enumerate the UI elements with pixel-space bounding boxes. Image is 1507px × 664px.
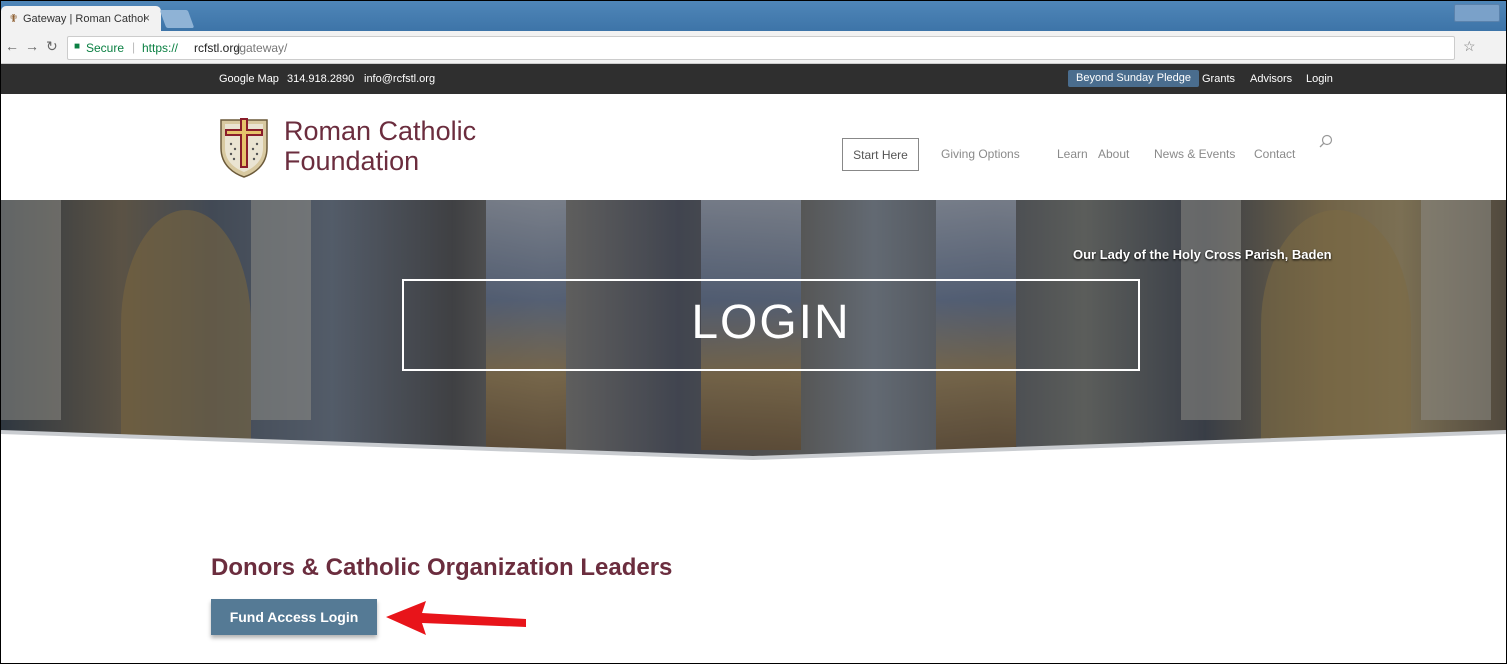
nav-about[interactable]: About <box>1098 147 1129 161</box>
browser-tab-bar: ✟ Gateway | Roman Cathol × <box>1 1 1506 31</box>
top-info-bar: Google Map 314.918.2890 info@rcfstl.org … <box>1 64 1506 94</box>
hero-title: LOGIN <box>691 296 851 349</box>
brand-name-line1[interactable]: Roman Catholic <box>284 116 476 147</box>
donors-heading: Donors & Catholic Organization Leaders <box>211 554 673 581</box>
back-icon[interactable]: ← <box>5 38 19 54</box>
browser-tab[interactable]: ✟ Gateway | Roman Cathol × <box>1 6 161 31</box>
url-input[interactable]: ■ Secure | https:// rcfstl.org /gateway/ <box>67 36 1455 60</box>
google-map-link[interactable]: Google Map <box>219 73 279 85</box>
bookmark-star-icon[interactable]: ☆ <box>1463 38 1476 55</box>
url-host: rcfstl.org <box>194 41 241 55</box>
nav-learn[interactable]: Learn <box>1057 147 1088 161</box>
beyond-sunday-pledge-button[interactable]: Beyond Sunday Pledge <box>1068 70 1199 87</box>
site-header: Roman Catholic Foundation Start Here Giv… <box>1 94 1506 200</box>
hero-bottom-wave <box>1 430 1506 465</box>
brand-name-line2[interactable]: Foundation <box>284 146 419 177</box>
red-arrow-annotation <box>386 601 526 635</box>
grants-link[interactable]: Grants <box>1202 73 1235 85</box>
forward-icon[interactable]: → <box>25 38 39 54</box>
reload-icon[interactable]: ↻ <box>46 38 58 55</box>
url-separator: | <box>132 40 136 54</box>
hero-banner: Our Lady of the Holy Cross Parish, Baden… <box>1 200 1506 465</box>
secure-label: Secure <box>86 41 125 55</box>
phone-link[interactable]: 314.918.2890 <box>287 73 354 85</box>
new-tab-button[interactable] <box>159 10 195 28</box>
email-link[interactable]: info@rcfstl.org <box>364 73 435 85</box>
search-icon[interactable] <box>1319 134 1333 148</box>
fund-access-login-button[interactable]: Fund Access Login <box>211 599 377 635</box>
nav-contact[interactable]: Contact <box>1254 147 1295 161</box>
tab-title: Gateway | Roman Cathol <box>23 13 146 25</box>
advisors-link[interactable]: Advisors <box>1250 73 1292 85</box>
login-title-box: LOGIN <box>402 279 1140 371</box>
foundation-logo-icon[interactable] <box>219 114 269 178</box>
url-protocol: https:// <box>142 41 179 55</box>
nav-giving-options[interactable]: Giving Options <box>941 147 1020 161</box>
browser-window: ✟ Gateway | Roman Cathol × ← → ↻ ■ Secur… <box>0 0 1507 664</box>
window-controls[interactable] <box>1454 4 1500 22</box>
tab-close-icon[interactable]: × <box>143 11 150 25</box>
nav-news-events[interactable]: News & Events <box>1154 147 1235 161</box>
url-path: /gateway/ <box>236 41 288 55</box>
top-login-link[interactable]: Login <box>1306 73 1333 85</box>
lock-icon: ■ <box>74 41 81 52</box>
start-here-button[interactable]: Start Here <box>842 138 919 171</box>
hero-caption: Our Lady of the Holy Cross Parish, Baden <box>1073 247 1332 262</box>
address-bar: ← → ↻ ■ Secure | https:// rcfstl.org /ga… <box>1 31 1506 64</box>
favicon-icon: ✟ <box>9 13 19 25</box>
